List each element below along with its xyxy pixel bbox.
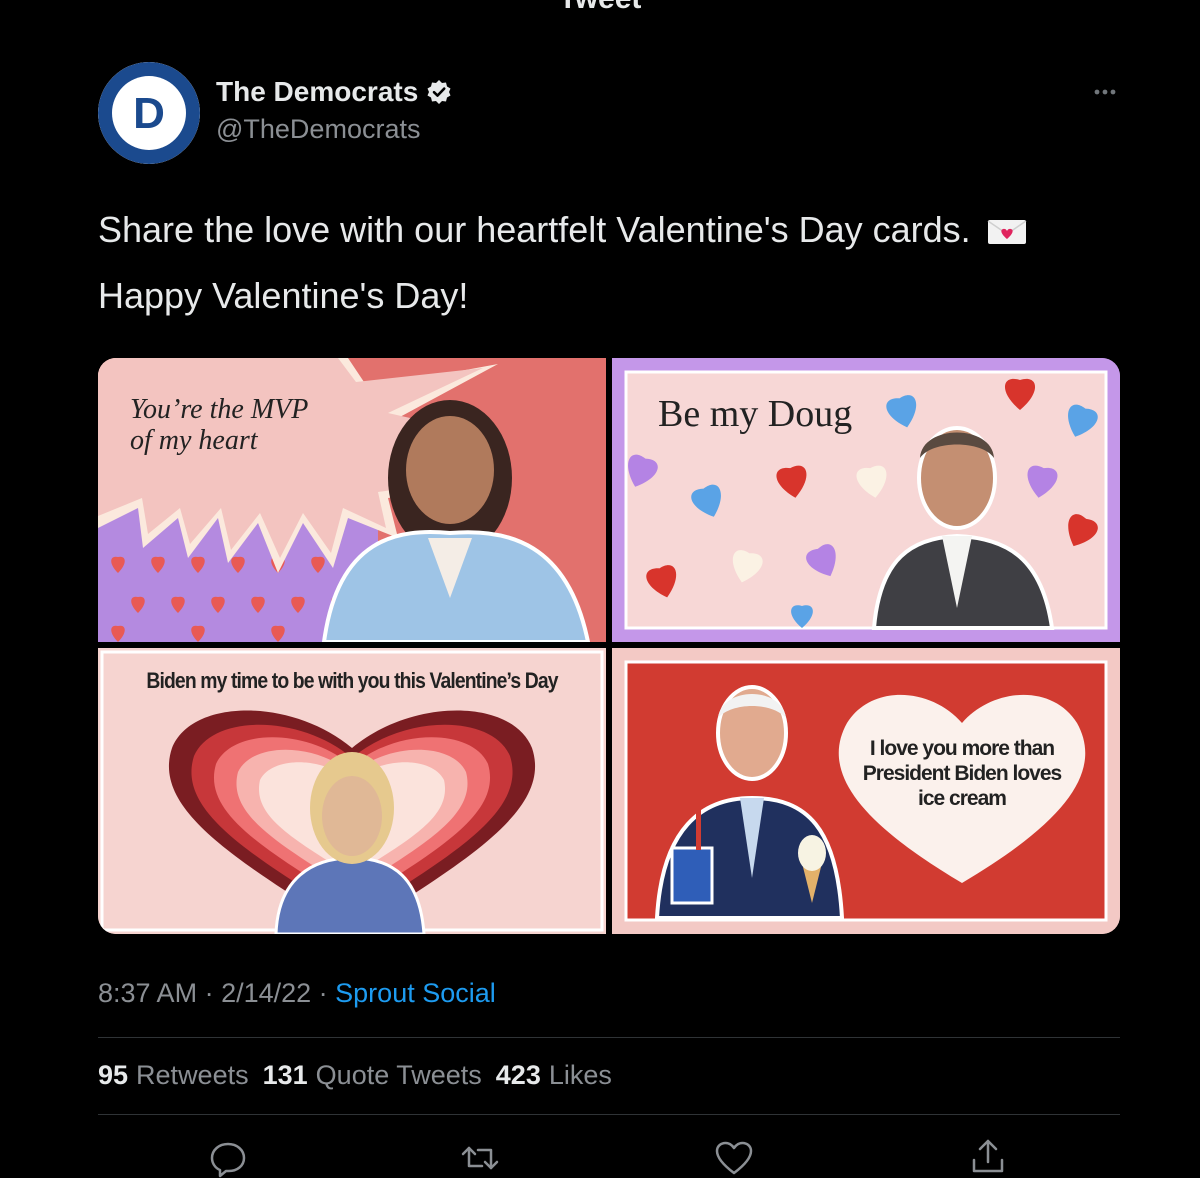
valentine-card-jill[interactable]: Biden my time to be with you this Valent… [98,648,606,934]
tweet-actions [0,1132,1200,1178]
tweet-source-link[interactable]: Sprout Social [335,978,496,1008]
share-icon[interactable] [968,1136,1008,1176]
card-doug-text: Be my Doug [658,393,853,435]
valentine-card-doug[interactable]: Be my Doug [612,358,1120,642]
card-mvp-text: You’re the MVP of my heart [130,394,309,456]
valentine-card-mvp[interactable]: You’re the MVP of my heart [98,358,606,642]
avatar-letter: D [133,89,165,138]
likes-stat[interactable]: 423 Likes [496,1060,612,1091]
like-icon[interactable] [714,1138,754,1178]
tweet-time[interactable]: 8:37 AM [98,978,197,1008]
tweet-text: Share the love with our heartfelt Valent… [98,208,1128,340]
meta-separator: · [197,978,222,1008]
quote-tweets-stat[interactable]: 131 Quote Tweets [263,1060,482,1091]
valentine-card-icecream[interactable]: I love you more than President Biden lov… [612,648,1120,934]
love-letter-icon [987,220,1027,244]
avatar[interactable]: D [98,62,200,164]
card-biden-time-text: Biden my time to be with you this Valent… [146,668,558,693]
tweet-line-1: Share the love with our heartfelt Valent… [98,209,971,250]
card-icecream-text: I love you more than President Biden lov… [862,737,1062,810]
author-handle[interactable]: @TheDemocrats [216,114,420,145]
retweets-stat[interactable]: 95 Retweets [98,1060,249,1091]
divider [98,1037,1120,1038]
author-name[interactable]: The Democrats [216,76,418,108]
divider [98,1114,1120,1115]
author-name-row[interactable]: The Democrats [216,76,452,108]
tweet-stats: 95 Retweets 131 Quote Tweets 423 Likes [98,1060,612,1091]
tweet-date[interactable]: 2/14/22 [221,978,311,1008]
header-title: Tweet [0,0,1200,16]
retweet-icon[interactable] [460,1138,500,1178]
meta-separator: · [311,978,336,1008]
more-options-icon[interactable] [1090,76,1120,106]
tweet-line-2: Happy Valentine's Day! [98,275,469,316]
media-grid[interactable]: You’re the MVP of my heart Be my Doug Bi… [98,358,1120,934]
verified-badge-icon [427,80,451,104]
tweet-meta: 8:37 AM · 2/14/22 · Sprout Social [98,978,496,1009]
reply-icon[interactable] [208,1138,248,1178]
